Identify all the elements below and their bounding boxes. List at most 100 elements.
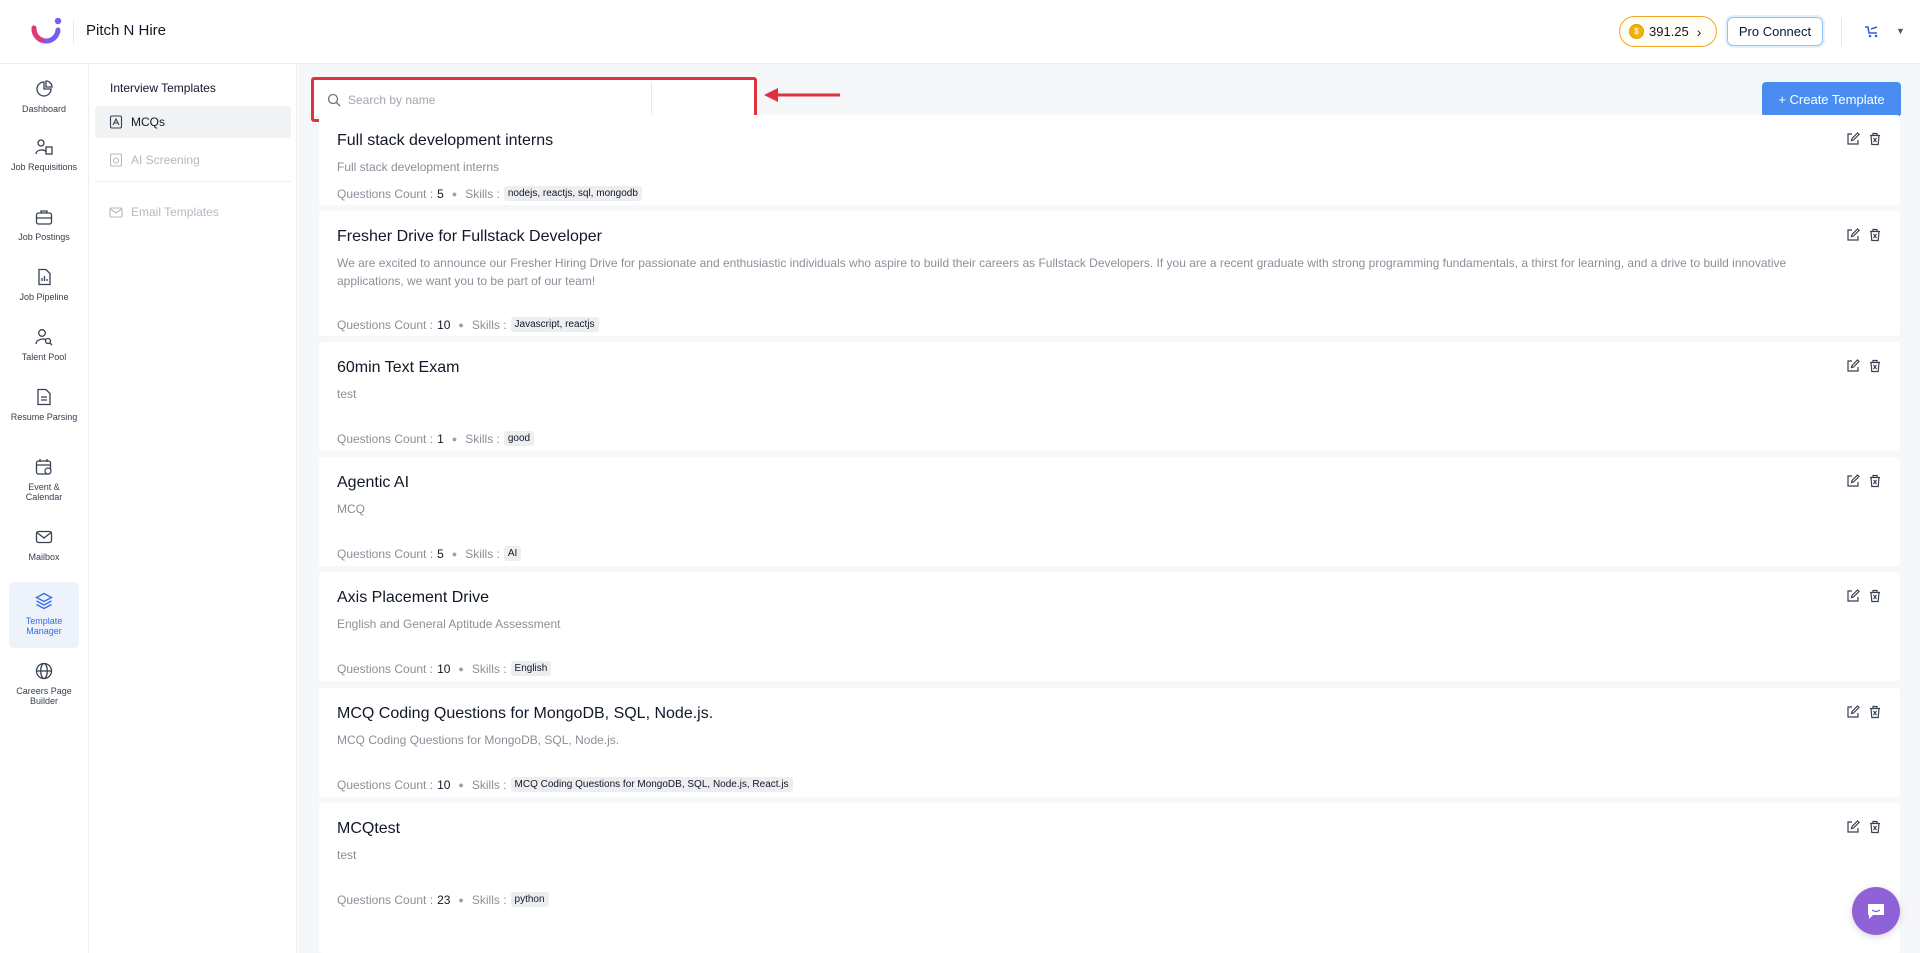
chat-icon bbox=[1868, 904, 1884, 919]
caret-down-icon[interactable]: ▼ bbox=[1896, 26, 1905, 36]
skills-label: Skills : bbox=[465, 546, 500, 561]
template-subnav: Interview Templates MCQs AI Screening Em… bbox=[89, 64, 297, 953]
skill-tag: good bbox=[503, 431, 535, 446]
skills-label: Skills : bbox=[465, 186, 500, 201]
template-title[interactable]: Fresher Drive for Fullstack Developer bbox=[337, 228, 602, 246]
chevron-right-icon: › bbox=[1696, 23, 1702, 40]
search-box[interactable] bbox=[316, 82, 652, 117]
template-actions bbox=[1846, 820, 1882, 834]
questions-count-label: Questions Count : bbox=[337, 186, 434, 201]
credits-pill[interactable]: $ 391.25 › bbox=[1619, 16, 1717, 47]
meta-separator: ● bbox=[458, 663, 464, 674]
nav-dashboard[interactable]: Dashboard bbox=[9, 80, 79, 120]
meta-separator: ● bbox=[451, 188, 458, 199]
template-description: test bbox=[337, 387, 357, 401]
edit-icon[interactable] bbox=[1846, 228, 1860, 242]
pipeline-icon bbox=[38, 268, 51, 286]
nav-job-requisitions-label: Job Requisitions bbox=[10, 162, 78, 172]
nav-event-calendar[interactable]: Event & Calendar bbox=[9, 458, 79, 510]
questions-count-label: Questions Count : bbox=[337, 892, 434, 907]
template-card[interactable]: Axis Placement Drive English and General… bbox=[319, 572, 1900, 681]
credits-value: 391.25 bbox=[1649, 24, 1689, 39]
delete-icon[interactable] bbox=[1868, 359, 1882, 373]
create-template-button[interactable]: + Create Template bbox=[1762, 82, 1901, 117]
template-description: English and General Aptitude Assessment bbox=[337, 617, 561, 631]
search-input[interactable] bbox=[348, 92, 628, 107]
template-actions bbox=[1846, 589, 1882, 603]
template-title[interactable]: Agentic AI bbox=[337, 474, 409, 492]
questions-count-value: 5 bbox=[437, 186, 444, 201]
template-meta: Questions Count : 10 ● Skills : English bbox=[337, 661, 552, 676]
delete-icon[interactable] bbox=[1868, 474, 1882, 488]
skill-tag: python bbox=[510, 892, 549, 907]
skill-tag: nodejs, reactjs, sql, mongodb bbox=[503, 186, 642, 201]
template-card[interactable]: Fresher Drive for Fullstack Developer We… bbox=[319, 211, 1900, 336]
delete-icon[interactable] bbox=[1868, 132, 1882, 146]
template-title[interactable]: Axis Placement Drive bbox=[337, 589, 489, 607]
subnav-item-email-templates[interactable]: Email Templates bbox=[95, 196, 291, 228]
dashboard-icon bbox=[36, 80, 53, 97]
pitch-n-hire-logo[interactable] bbox=[28, 14, 64, 50]
chat-support-button[interactable] bbox=[1852, 887, 1900, 935]
subnav-item-mcqs[interactable]: MCQs bbox=[95, 106, 291, 138]
nav-resume-parsing[interactable]: Resume Parsing bbox=[9, 388, 79, 440]
nav-careers-page-builder-label: Careers Page Builder bbox=[16, 686, 72, 706]
template-meta: Questions Count : 10 ● Skills : Javascri… bbox=[337, 317, 599, 332]
nav-mailbox[interactable]: Mailbox bbox=[9, 528, 79, 568]
edit-icon[interactable] bbox=[1846, 474, 1860, 488]
edit-icon[interactable] bbox=[1846, 359, 1860, 373]
subnav-item-mcqs-label: MCQs bbox=[131, 115, 165, 129]
nav-template-manager[interactable]: Template Manager bbox=[9, 582, 79, 648]
template-meta: Questions Count : 5 ● Skills : nodejs, r… bbox=[337, 186, 642, 201]
nav-job-postings[interactable]: Job Postings bbox=[9, 208, 79, 248]
delete-icon[interactable] bbox=[1868, 705, 1882, 719]
template-title[interactable]: MCQtest bbox=[337, 820, 400, 838]
template-title[interactable]: 60min Text Exam bbox=[337, 359, 459, 377]
template-title[interactable]: MCQ Coding Questions for MongoDB, SQL, N… bbox=[337, 705, 713, 723]
ai-screening-icon bbox=[109, 153, 123, 167]
template-actions bbox=[1846, 228, 1882, 242]
nav-careers-page-builder[interactable]: Careers Page Builder bbox=[9, 662, 79, 714]
questions-count-label: Questions Count : bbox=[337, 661, 434, 676]
layers-icon bbox=[35, 592, 53, 610]
subnav-item-email-templates-label: Email Templates bbox=[131, 205, 219, 219]
skills-label: Skills : bbox=[471, 892, 507, 907]
nav-job-pipeline[interactable]: Job Pipeline bbox=[9, 268, 79, 308]
subnav-divider bbox=[95, 181, 291, 182]
template-card[interactable]: MCQtest test Questions Count : 23 ● Skil… bbox=[319, 803, 1900, 953]
nav-event-calendar-label: Event & Calendar bbox=[25, 482, 63, 502]
template-card[interactable]: MCQ Coding Questions for MongoDB, SQL, N… bbox=[319, 688, 1900, 797]
template-title[interactable]: Full stack development interns bbox=[337, 132, 553, 150]
nav-dashboard-label: Dashboard bbox=[21, 104, 67, 114]
nav-job-postings-label: Job Postings bbox=[18, 232, 70, 242]
questions-count-label: Questions Count : bbox=[337, 546, 434, 561]
skills-label: Skills : bbox=[471, 317, 507, 332]
meta-separator: ● bbox=[451, 548, 458, 559]
delete-icon[interactable] bbox=[1868, 589, 1882, 603]
brand-name: Pitch N Hire bbox=[86, 22, 167, 39]
template-description: MCQ Coding Questions for MongoDB, SQL, N… bbox=[337, 733, 620, 747]
template-meta: Questions Count : 10 ● Skills : MCQ Codi… bbox=[337, 777, 793, 792]
skill-tag: MCQ Coding Questions for MongoDB, SQL, N… bbox=[510, 777, 793, 792]
edit-icon[interactable] bbox=[1846, 705, 1860, 719]
talent-pool-icon bbox=[35, 329, 53, 346]
edit-icon[interactable] bbox=[1846, 132, 1860, 146]
template-actions bbox=[1846, 705, 1882, 719]
subnav-item-ai-screening[interactable]: AI Screening bbox=[95, 144, 291, 176]
meta-separator: ● bbox=[458, 779, 464, 790]
edit-icon[interactable] bbox=[1846, 820, 1860, 834]
delete-icon[interactable] bbox=[1868, 228, 1882, 242]
edit-icon[interactable] bbox=[1846, 589, 1860, 603]
questions-count-value: 1 bbox=[437, 431, 444, 446]
template-meta: Questions Count : 5 ● Skills : AI bbox=[337, 546, 522, 561]
template-card[interactable]: Full stack development interns Full stac… bbox=[319, 115, 1900, 205]
template-card[interactable]: 60min Text Exam test Questions Count : 1… bbox=[319, 342, 1900, 451]
nav-job-requisitions[interactable]: Job Requisitions bbox=[9, 138, 79, 190]
questions-count-label: Questions Count : bbox=[337, 777, 434, 792]
pro-connect-button[interactable]: Pro Connect bbox=[1727, 17, 1823, 46]
skills-label: Skills : bbox=[471, 777, 507, 792]
delete-icon[interactable] bbox=[1868, 820, 1882, 834]
user-menu-icon[interactable] bbox=[1862, 22, 1882, 42]
nav-talent-pool[interactable]: Talent Pool bbox=[9, 328, 79, 368]
template-card[interactable]: Agentic AI MCQ Questions Count : 5 ● Ski… bbox=[319, 457, 1900, 566]
